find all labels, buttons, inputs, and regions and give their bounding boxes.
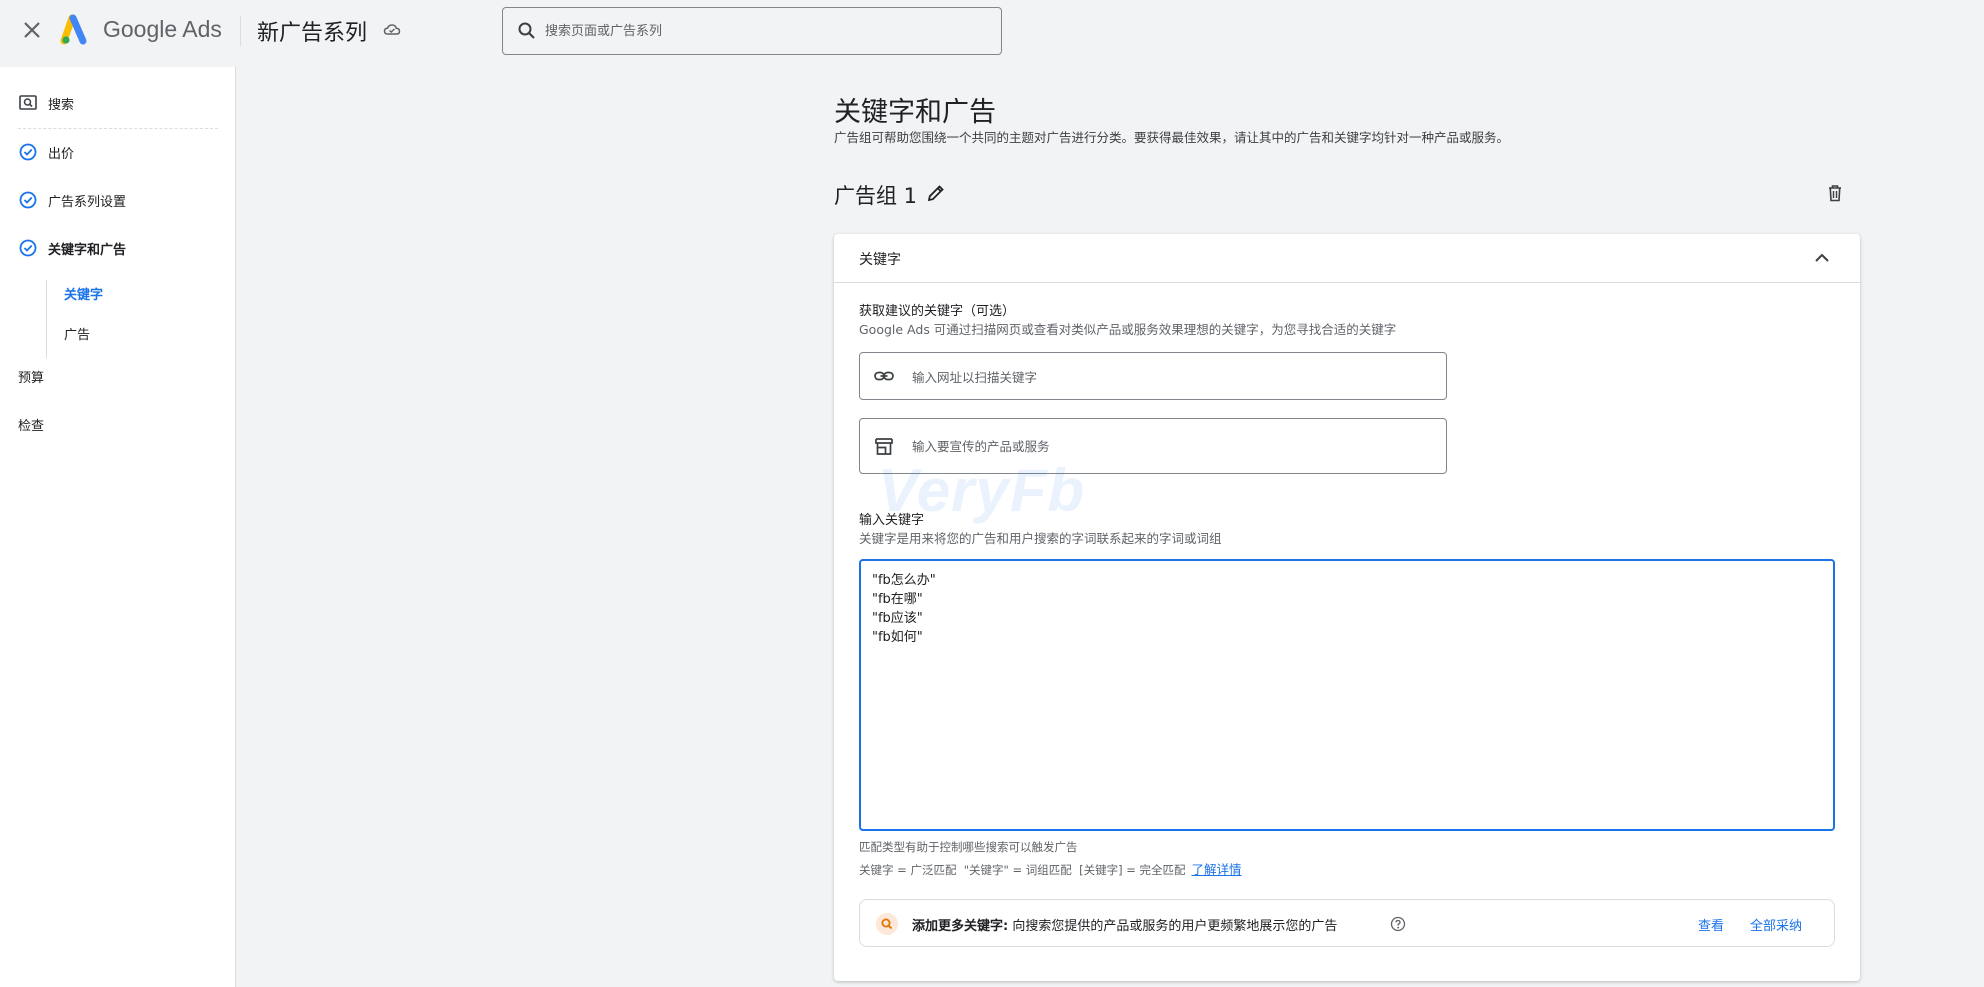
global-search-box[interactable] [502,7,1002,55]
page-description: 广告组可帮助您围绕一个共同的主题对广告进行分类。要获得最佳效果，请让其中的广告和… [834,130,1510,145]
enter-keywords-title: 输入关键字 [859,513,925,528]
adopt-all-button[interactable]: 全部采纳 [1750,915,1802,934]
search-box-icon [19,95,37,110]
card-header-label: 关键字 [859,252,901,268]
add-more-keywords-desc: 向搜索您提供的产品或服务的用户更频繁地展示您的广告 [1008,919,1338,934]
ad-group-title: 广告组 1 [834,184,918,208]
header-divider [240,16,241,46]
keyword-line: "fb在哪" [872,592,923,607]
sidebar-subitem-keywords[interactable]: 关键字 [64,284,103,303]
suggest-keywords-title: 获取建议的关键字（可选） [859,304,1016,319]
keywords-textarea[interactable]: "fb怎么办" "fb在哪" "fb应该" "fb如何" [859,559,1835,831]
keyword-line: "fb怎么办" [872,573,936,588]
search-input[interactable] [545,20,985,42]
sidebar: 搜索 出价 广告系列设置 关键字和广告 关键字 广告 预算 检查 [0,67,236,987]
storefront-icon [875,438,893,455]
url-field[interactable] [859,352,1447,400]
sidebar-item-label: 出价 [48,146,75,162]
google-ads-logo-icon [60,14,87,45]
help-icon[interactable] [1390,916,1406,932]
sidebar-item-bidding[interactable]: 出价 [18,140,74,164]
keywords-card-header[interactable]: 关键字 [834,234,1860,283]
add-more-keywords-text: 添加更多关键字: 向搜索您提供的产品或服务的用户更频繁地展示您的广告 [912,915,1337,934]
keyword-line: "fb应该" [872,611,923,626]
sidebar-item-label: 广告系列设置 [48,194,127,210]
sidebar-item-review[interactable]: 检查 [18,412,44,436]
keywords-card: 关键字 获取建议的关键字（可选） Google Ads 可通过扫描网页或查看对类… [834,234,1860,981]
sidebar-item-label: 搜索 [48,97,75,113]
link-icon [874,371,894,381]
trash-icon[interactable] [1824,182,1846,204]
keyword-line: "fb如何" [872,630,923,645]
sidebar-item-campaign-settings[interactable]: 广告系列设置 [18,188,126,212]
learn-more-link[interactable]: 了解详情 [1192,862,1242,877]
edit-pencil-icon[interactable] [925,182,947,204]
check-circle-icon [19,239,37,257]
sidebar-subitem-ads[interactable]: 广告 [64,324,90,343]
add-more-keywords-banner: 添加更多关键字: 向搜索您提供的产品或服务的用户更频繁地展示您的广告 查看 全部… [859,899,1835,947]
check-circle-icon [19,143,37,161]
campaign-title: 新广告系列 [257,21,368,46]
sidebar-item-search[interactable]: 搜索 [18,91,74,115]
close-icon[interactable] [20,18,44,42]
brand-name: Google Ads [103,16,222,42]
chevron-up-icon[interactable] [1810,246,1834,270]
sidebar-item-keywords-and-ads[interactable]: 关键字和广告 [18,236,126,260]
sidebar-divider [18,128,218,129]
page-title: 关键字和广告 [834,97,996,128]
cloud-sync-icon [383,24,401,35]
url-input[interactable] [912,367,1432,387]
enter-keywords-description: 关键字是用来将您的广告和用户搜索的字词联系起来的字词或词组 [859,531,1222,546]
sidebar-sub-line [46,280,47,358]
match-type-text: 关键字 = 广泛匹配 "关键字" = 词组匹配 [关键字] = 完全匹配 [859,863,1186,877]
product-input[interactable] [912,436,1432,456]
match-type-hint: 匹配类型有助于控制哪些搜索可以触发广告 [859,840,1078,854]
match-type-legend: 关键字 = 广泛匹配 "关键字" = 词组匹配 [关键字] = 完全匹配 了解详情 [859,859,1242,878]
view-button[interactable]: 查看 [1698,915,1724,934]
top-header: Google Ads 新广告系列 [0,0,1984,64]
add-more-keywords-bold: 添加更多关键字: [912,919,1009,934]
sidebar-item-label: 检查 [18,418,45,434]
keyword-search-icon [876,913,898,935]
suggest-keywords-description: Google Ads 可通过扫描网页或查看对类似产品或服务效果理想的关键字，为您… [859,322,1397,337]
sidebar-item-label: 关键字和广告 [48,242,127,258]
sidebar-item-budget[interactable]: 预算 [18,364,44,388]
search-icon [518,22,535,39]
check-circle-icon [19,191,37,209]
sidebar-item-label: 预算 [18,370,45,386]
